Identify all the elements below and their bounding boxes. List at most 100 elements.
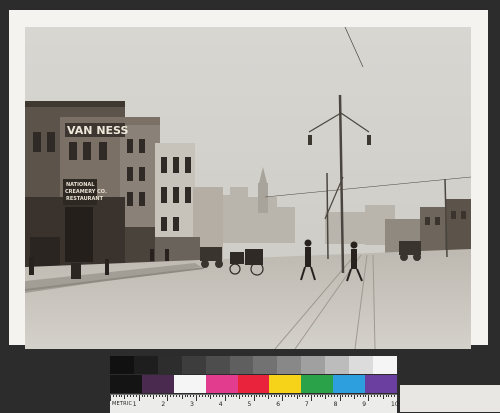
ruler-tick — [193, 395, 195, 397]
gray-patch — [181, 356, 206, 374]
ruler-tick — [310, 395, 312, 401]
gray-patch — [205, 356, 230, 374]
ruler-number: 6 — [276, 401, 281, 408]
gray-patch — [277, 356, 302, 374]
ruler-tick — [339, 395, 341, 401]
ruler-tick — [259, 395, 261, 397]
ruler-tick — [319, 395, 321, 397]
ruler-tick — [132, 395, 134, 397]
ruler-tick — [181, 395, 183, 399]
ruler-tick — [308, 395, 310, 397]
ruler-number: 3 — [190, 401, 194, 408]
ruler-tick — [170, 395, 172, 397]
ruler-tick — [184, 395, 186, 397]
ruler-tick — [233, 395, 235, 397]
color-patch — [269, 375, 302, 393]
ruler-tick — [204, 395, 206, 397]
ruler-tick — [345, 395, 347, 397]
ruler-tick — [262, 395, 264, 397]
ruler-tick — [158, 395, 160, 397]
grayscale-patch-row — [110, 356, 397, 374]
ruler-tick — [138, 395, 140, 401]
gray-patch — [157, 356, 182, 374]
ruler-tick — [374, 395, 376, 397]
ruler-tick — [247, 395, 249, 397]
color-patch — [205, 375, 238, 393]
ruler-tick — [201, 395, 203, 397]
ruler-tick — [236, 395, 238, 397]
color-patch — [365, 375, 397, 393]
ruler-number: 7 — [304, 401, 309, 408]
ruler-tick — [242, 395, 244, 397]
photo-mount: VAN NESS NATIONAL CREAMERY CO. RESTAURAN… — [9, 10, 488, 349]
ruler-number: 2 — [161, 401, 166, 408]
ruler-tick — [115, 395, 117, 397]
ruler-tick — [161, 395, 163, 397]
ruler-tick — [282, 395, 284, 401]
gray-patch — [110, 356, 134, 374]
ruler-tick — [382, 395, 384, 399]
ruler-tick — [371, 395, 373, 397]
color-patch-row — [110, 375, 397, 393]
ruler-tick — [333, 395, 335, 397]
ruler-tick — [121, 395, 123, 397]
ruler-tick — [178, 395, 180, 397]
storefront-sign-line-3: RESTAURANT — [66, 196, 104, 202]
ruler-tick — [250, 395, 252, 397]
gray-patch — [349, 356, 373, 374]
ruler-tick — [244, 395, 246, 397]
ruler-tick — [256, 395, 258, 397]
ruler-tick — [130, 395, 132, 397]
card-edge — [400, 385, 500, 412]
ruler-tick — [135, 395, 137, 397]
ruler-tick — [328, 395, 330, 397]
ruler-number: 1 — [132, 401, 137, 408]
ruler-tick — [302, 395, 304, 397]
ruler-tick — [164, 395, 166, 397]
ruler-tick — [385, 395, 387, 397]
ruler-tick — [150, 395, 152, 397]
storefront-sign-line-2: CREAMERY CO. — [65, 189, 107, 195]
color-patch — [141, 375, 174, 393]
ruler-unit-label: METRIC — [112, 401, 133, 407]
ruler-tick — [342, 395, 344, 397]
ruler-tick — [239, 395, 241, 399]
ruler-tick — [190, 395, 192, 397]
ruler-tick — [353, 395, 355, 399]
mailbox — [71, 263, 81, 279]
ruler-tick — [336, 395, 338, 397]
ruler-tick — [147, 395, 149, 397]
ruler-tick — [173, 395, 175, 397]
ruler-tick — [219, 395, 221, 397]
ruler-tick — [187, 395, 189, 397]
ruler-tick — [379, 395, 381, 397]
ruler-number: 9 — [362, 401, 367, 408]
ruler-tick — [305, 395, 307, 397]
ruler-tick — [270, 395, 272, 397]
ruler-tick — [351, 395, 353, 397]
ruler-tick — [313, 395, 315, 397]
ruler-tick — [176, 395, 177, 397]
ruler-tick — [127, 395, 129, 397]
storefront-sign-line-1: NATIONAL — [66, 182, 95, 188]
ruler-tick — [124, 395, 126, 399]
ruler-tick — [330, 395, 332, 397]
ruler-tick — [276, 395, 278, 397]
ruler-tick — [196, 395, 198, 401]
ruler-tick — [362, 395, 364, 397]
ruler-tick — [224, 395, 226, 401]
ruler-tick — [141, 395, 143, 397]
color-calibration-target: METRIC 1 2 3 4 5 6 7 8 9 10 — [110, 356, 399, 413]
ruler-number: 5 — [247, 401, 252, 408]
ruler-tick — [273, 395, 275, 397]
gray-patch — [229, 356, 254, 374]
ruler-tick — [153, 395, 155, 399]
ruler-number: 10 — [391, 401, 399, 408]
ruler-tick — [210, 395, 212, 399]
ruler-tick — [359, 395, 361, 397]
street-photograph: VAN NESS NATIONAL CREAMERY CO. RESTAURAN… — [25, 27, 471, 349]
ruler-tick — [316, 395, 318, 397]
ruler-tick — [322, 395, 324, 397]
gray-patch — [301, 356, 326, 374]
color-patch — [110, 375, 142, 393]
